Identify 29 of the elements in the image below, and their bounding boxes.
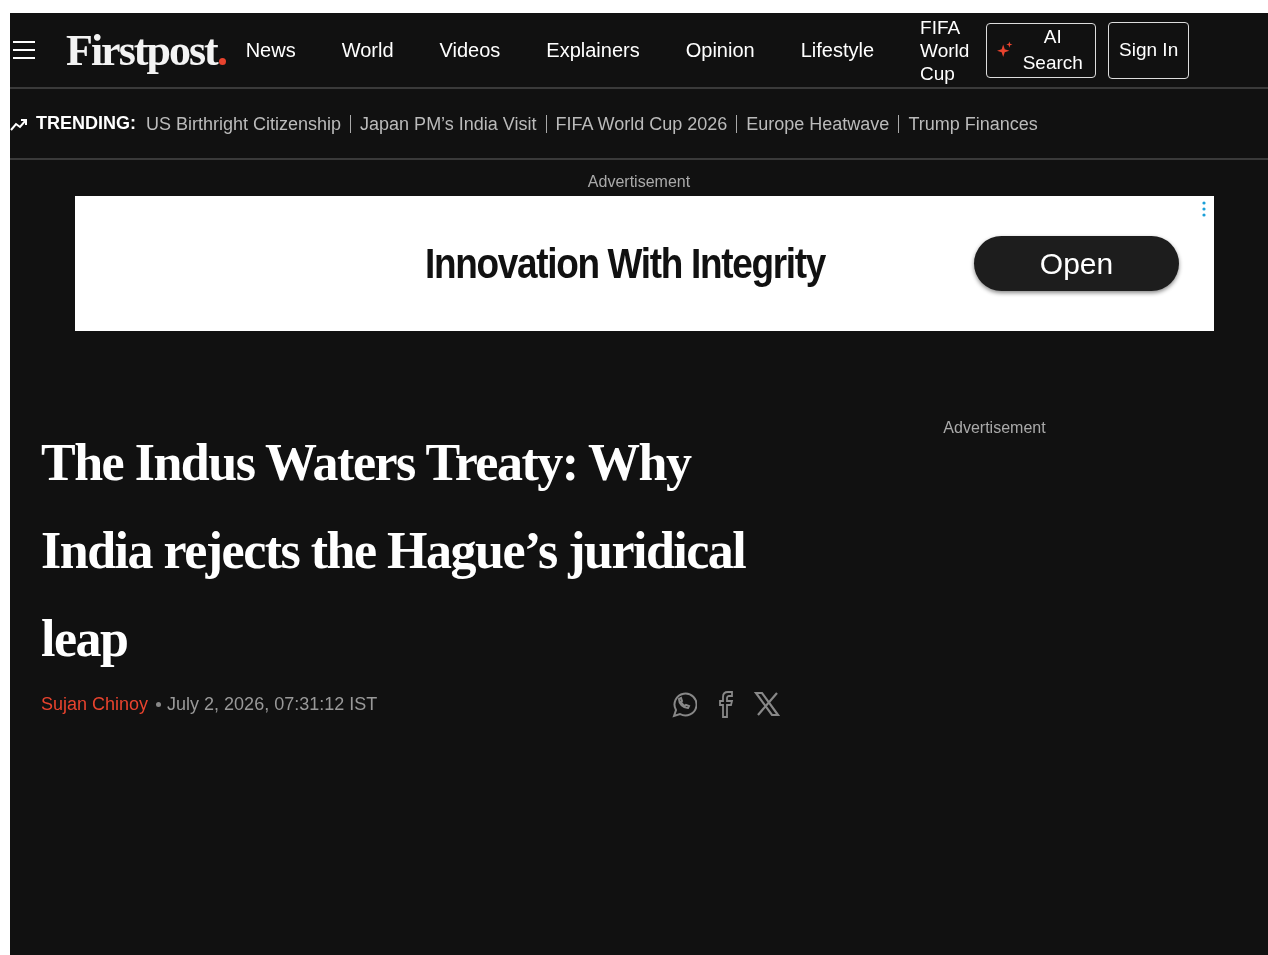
nav-link[interactable]: Explainers: [546, 38, 640, 62]
nav-link[interactable]: Lifestyle: [800, 38, 875, 62]
x-icon[interactable]: [753, 689, 781, 719]
nav-link[interactable]: Videos: [439, 38, 501, 62]
ad-headline: Innovation With Integrity: [425, 239, 825, 288]
nav-link[interactable]: World: [341, 38, 394, 62]
whatsapp-icon[interactable]: [669, 689, 697, 719]
site-logo[interactable]: Firstpost: [66, 24, 226, 76]
trending-icon: [10, 116, 28, 131]
trending-link[interactable]: US Birthright Citizenship: [146, 114, 351, 133]
ad-banner[interactable]: Innovation With Integrity Open: [75, 196, 1214, 331]
more-options-icon[interactable]: [1202, 201, 1206, 217]
ad-label: Advertisement: [943, 419, 1046, 436]
nav-link[interactable]: FIFA World Cup: [920, 15, 977, 85]
publish-date: July 2, 2026, 07:31:12 IST: [167, 693, 378, 715]
nav-link[interactable]: Opinion: [685, 38, 755, 62]
trending-link[interactable]: Europe Heatwave: [736, 114, 899, 133]
ad-label: Advertisement: [586, 173, 692, 191]
nav-link[interactable]: News: [245, 38, 296, 62]
ai-search-button[interactable]: AI Search: [986, 22, 1097, 78]
trending-link[interactable]: Trump Finances: [898, 114, 1047, 133]
article-title: The Indus Waters Treaty: Why India rejects the Hague’s juridical leap: [41, 433, 747, 669]
trending-link[interactable]: Japan PM’s India Visit: [350, 114, 546, 133]
trending-link[interactable]: FIFA World Cup 2026: [545, 114, 737, 133]
author-link[interactable]: Sujan Chinoy: [41, 693, 149, 715]
open-button[interactable]: Open: [974, 236, 1179, 291]
trending-label: TRENDING:: [36, 113, 136, 134]
menu-icon[interactable]: [12, 40, 36, 60]
sign-in-button[interactable]: Sign In: [1108, 21, 1190, 79]
